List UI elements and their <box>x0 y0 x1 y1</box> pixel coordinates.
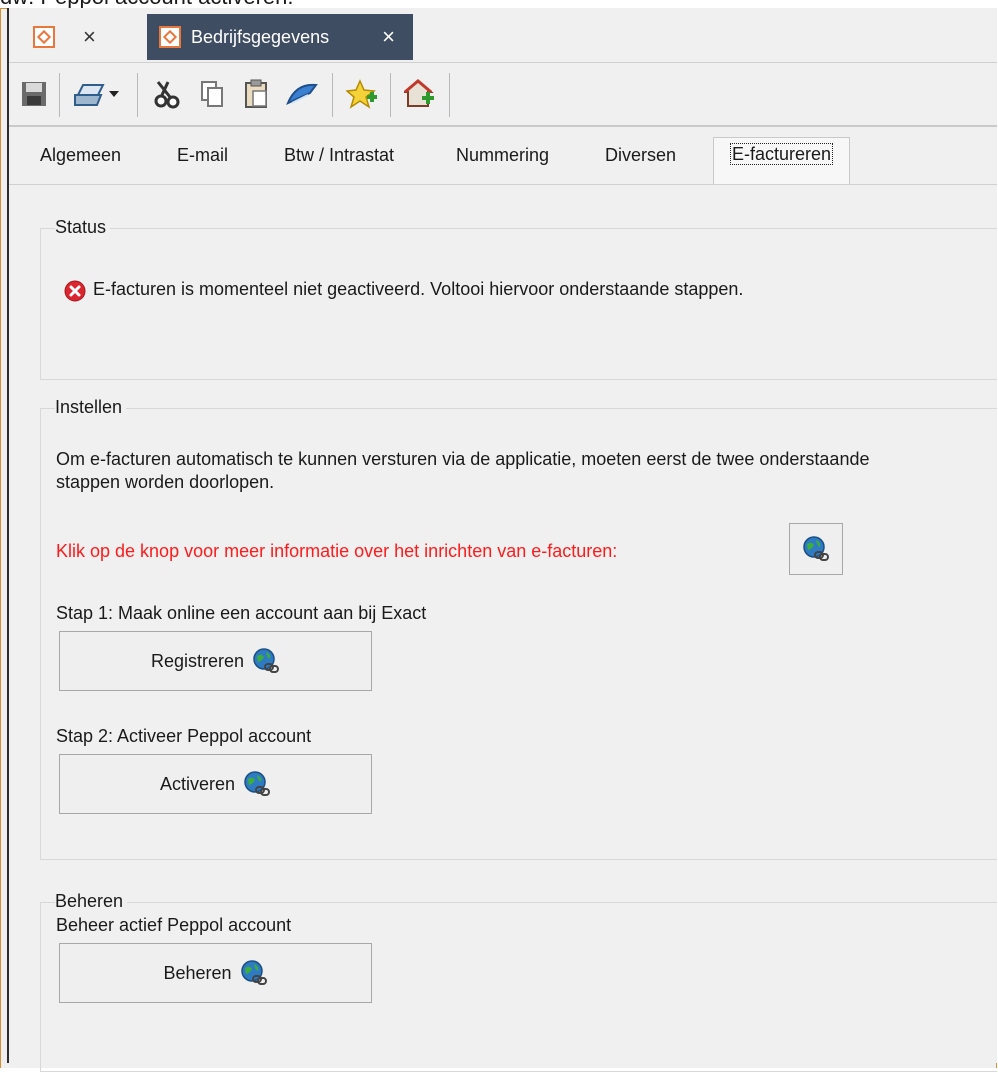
close-icon[interactable]: × <box>83 26 96 48</box>
tab-diversen[interactable]: Diversen <box>605 145 676 166</box>
globe-link-icon <box>803 536 829 561</box>
cut-icon[interactable] <box>149 77 185 111</box>
tab-efactureren[interactable]: E-factureren <box>713 137 851 184</box>
tab-btw-intrastat[interactable]: Btw / Intrastat <box>284 145 394 166</box>
beheren-label: Beheer actief Peppol account <box>56 915 292 935</box>
status-group: Status E-facturen is momenteel niet geac… <box>40 217 997 380</box>
app-logo-icon <box>33 26 55 48</box>
app-logo-icon <box>159 26 181 48</box>
save-icon[interactable] <box>17 77 51 111</box>
info-link-button[interactable] <box>789 523 843 575</box>
page-caption: dw: Peppol account activeren: <box>0 0 294 8</box>
globe-link-icon <box>244 771 271 796</box>
link-icon[interactable] <box>283 77 323 111</box>
copy-icon[interactable] <box>195 77 229 111</box>
tab-nummering[interactable]: Nummering <box>456 145 549 166</box>
step1-label: Stap 1: Maak online een account aan bij … <box>56 603 427 623</box>
toolbar <box>9 63 997 127</box>
status-group-title: Status <box>55 217 111 238</box>
home-add-icon[interactable] <box>401 77 439 111</box>
instellen-description: Om e-facturen automatisch te kunnen vers… <box>56 449 870 492</box>
step2-label: Stap 2: Activeer Peppol account <box>56 726 312 746</box>
registreren-button-label: Registreren <box>150 650 245 671</box>
tab-content: Status E-facturen is momenteel niet geac… <box>9 185 997 1072</box>
instellen-group: Instellen Om e-facturen automatisch te k… <box>40 397 997 860</box>
beheren-button-label: Beheren <box>163 962 232 983</box>
tab-email[interactable]: E-mail <box>177 145 228 166</box>
instellen-group-title: Instellen <box>55 397 127 418</box>
document-tab-bar: × Bedrijfsgegevens × <box>9 8 997 63</box>
section-tab-bar: Algemeen E-mail Btw / Intrastat Nummerin… <box>9 127 997 185</box>
info-text: Klik op de knop voor meer informatie ove… <box>56 541 618 561</box>
registreren-button[interactable]: Registreren <box>59 631 372 691</box>
beheren-group-title: Beheren <box>55 891 128 912</box>
paste-icon[interactable] <box>239 77 273 111</box>
tab-algemeen[interactable]: Algemeen <box>40 145 121 166</box>
globe-link-icon <box>253 648 280 673</box>
document-tab-home[interactable]: × <box>21 14 136 60</box>
document-tab-label: Bedrijfsgegevens <box>191 26 330 47</box>
status-message: E-facturen is momenteel niet geactiveerd… <box>93 279 744 299</box>
document-tab-bedrijfsgegevens[interactable]: Bedrijfsgegevens × <box>147 14 413 60</box>
beheren-group: Beheren Beheer actief Peppol account Beh… <box>40 891 997 1072</box>
activeren-button-label: Activeren <box>159 773 236 794</box>
globe-link-icon <box>240 960 267 985</box>
print-icon[interactable] <box>71 77 125 111</box>
tab-label: E-factureren <box>730 143 834 165</box>
favorite-add-icon[interactable] <box>343 77 381 111</box>
activeren-button[interactable]: Activeren <box>59 754 372 814</box>
error-icon <box>64 280 86 307</box>
close-icon[interactable]: × <box>382 26 395 48</box>
beheren-button[interactable]: Beheren <box>59 943 372 1003</box>
